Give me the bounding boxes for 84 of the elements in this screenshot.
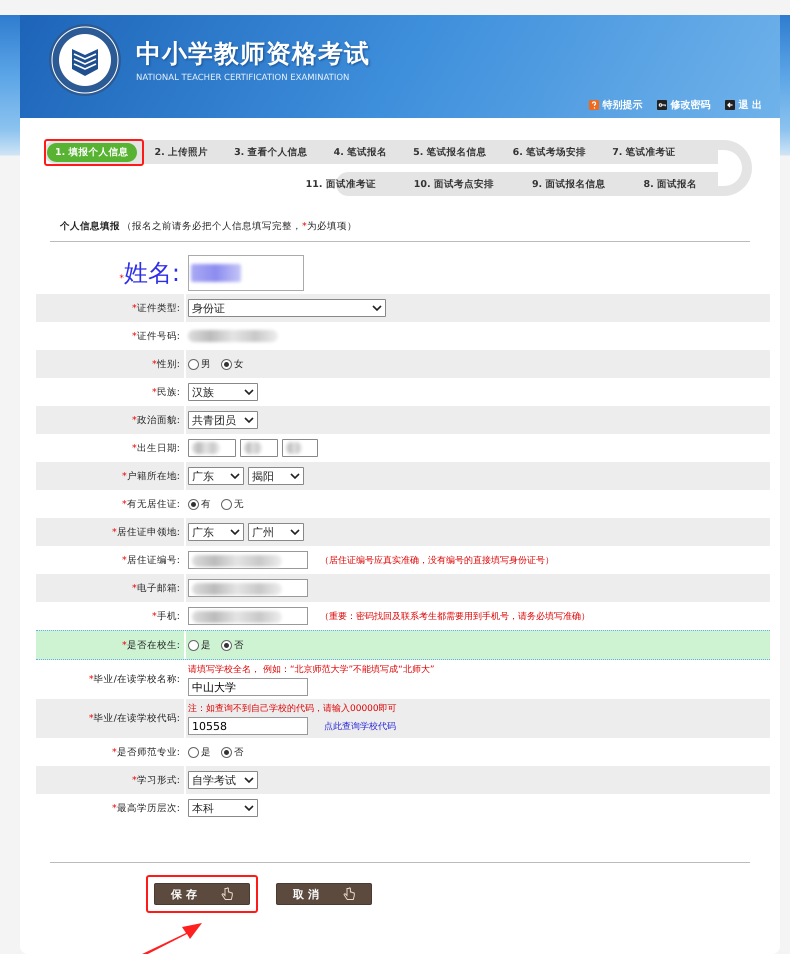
dropdown[interactable]: 本科 (188, 799, 258, 817)
radio-button[interactable] (221, 746, 232, 758)
section-heading: 个人信息填报 （报名之前请务必把个人信息填写完整，*为必填项） (60, 221, 357, 232)
note-text: （重要：密码找回及联系考生都需要用到手机号，请务必填写准确） (320, 610, 590, 622)
field-label: *毕业/在读学校名称: (88, 673, 180, 686)
question-icon (588, 100, 599, 110)
field-label: *政治面貌: (132, 414, 180, 426)
input-field[interactable]: 10558 (188, 717, 308, 735)
radio-button[interactable] (221, 640, 232, 650)
dropdown[interactable]: 汉族 (188, 383, 258, 401)
hand-pointer-icon (343, 887, 355, 901)
step-tab[interactable]: 10. 面试考点安排 (406, 174, 502, 194)
chevron-icon (290, 473, 300, 479)
dropdown[interactable]: 广东 (188, 467, 244, 485)
exit-arrow-icon (724, 100, 735, 110)
radio-label: 否 (234, 638, 244, 652)
field-label: *电子邮箱: (132, 582, 180, 594)
dropdown[interactable] (282, 439, 318, 457)
step-tab[interactable]: 3. 查看个人信息 (226, 142, 316, 162)
school-code-link[interactable]: 点此查询学校代码 (324, 720, 396, 732)
radio-button[interactable] (221, 358, 232, 370)
radio-button[interactable] (188, 640, 199, 650)
chevron-icon (230, 473, 240, 479)
step-tab[interactable]: 5. 笔试报名信息 (405, 142, 495, 162)
radio-label: 否 (234, 746, 244, 758)
dropdown[interactable]: 广东 (188, 523, 244, 541)
step-tab[interactable]: 8. 面试报名 (635, 174, 705, 194)
field-label: *性别: (152, 358, 180, 370)
field-label: *居住证申领地: (112, 526, 180, 538)
field-label: *居住证编号: (122, 554, 180, 566)
field-label: *出生日期: (132, 442, 180, 454)
field-label: *最高学历层次: (112, 802, 180, 814)
step-tab[interactable]: 2. 上传照片 (146, 142, 216, 162)
field-label: *是否在校生: (122, 638, 180, 652)
chevron-icon (244, 389, 254, 395)
radio-label: 无 (234, 498, 244, 510)
radio-label: 女 (234, 358, 244, 370)
step-tab[interactable]: 11. 面试准考证 (298, 174, 384, 194)
field-label: *户籍所在地: (122, 470, 180, 482)
site-title: 中小学教师资格考试 (136, 38, 370, 70)
hint-text: 注：如查询不到自己学校的代码，请输入00000即可 (188, 702, 397, 715)
dropdown[interactable]: 身份证 (188, 299, 386, 317)
field-label: *手机: (152, 610, 180, 622)
field-label: *证件号码: (132, 330, 180, 342)
chevron-icon (230, 529, 240, 535)
input-field[interactable] (188, 255, 304, 291)
key-icon (656, 100, 667, 110)
field-label: *有无居住证: (122, 498, 180, 510)
dropdown[interactable] (188, 439, 236, 457)
radio-label: 男 (201, 358, 211, 370)
dropdown[interactable]: 广州 (248, 523, 304, 541)
dropdown[interactable]: 共青团员 (188, 411, 258, 429)
chevron-icon (372, 305, 382, 311)
step-tab[interactable]: 9. 面试报名信息 (524, 174, 614, 194)
dropdown[interactable]: 揭阳 (248, 467, 304, 485)
field-label: *姓名: (119, 258, 180, 289)
input-field[interactable]: 中山大学 (188, 678, 308, 696)
step-tab[interactable]: 4. 笔试报名 (326, 142, 396, 162)
field-label: *是否师范专业: (112, 746, 180, 758)
radio-button[interactable] (188, 746, 199, 758)
chevron-icon (290, 529, 300, 535)
action-button[interactable]: 保存 (154, 883, 250, 905)
radio-label: 有 (201, 498, 211, 510)
field-label: *毕业/在读学校代码: (88, 712, 180, 725)
radio-button[interactable] (188, 498, 199, 510)
field-label: *学习形式: (132, 774, 180, 786)
radio-label: 是 (201, 746, 211, 758)
radio-button[interactable] (188, 358, 199, 370)
step-tab[interactable]: 7. 笔试准考证 (604, 142, 684, 162)
step-tab[interactable]: 6. 笔试考场安排 (504, 142, 594, 162)
chevron-icon (244, 805, 254, 811)
radio-button[interactable] (221, 498, 232, 510)
chevron-icon (244, 417, 254, 423)
site-subtitle: NATIONAL TEACHER CERTIFICATION EXAMINATION (136, 73, 350, 83)
field-label: *证件类型: (132, 302, 180, 314)
hand-pointer-icon (221, 887, 233, 901)
dropdown[interactable] (240, 439, 278, 457)
note-text: （居住证编号应真实准确，没有编号的直接填写身份证号） (320, 554, 554, 566)
dropdown[interactable]: 自学考试 (188, 771, 258, 789)
hint-text: 请填写学校全名， 例如：“北京师范大学”不能填写成“北师大” (188, 664, 435, 676)
field-label: *民族: (152, 386, 180, 398)
action-button[interactable]: 取消 (276, 883, 372, 905)
chevron-icon (244, 777, 254, 783)
radio-label: 是 (201, 638, 211, 652)
